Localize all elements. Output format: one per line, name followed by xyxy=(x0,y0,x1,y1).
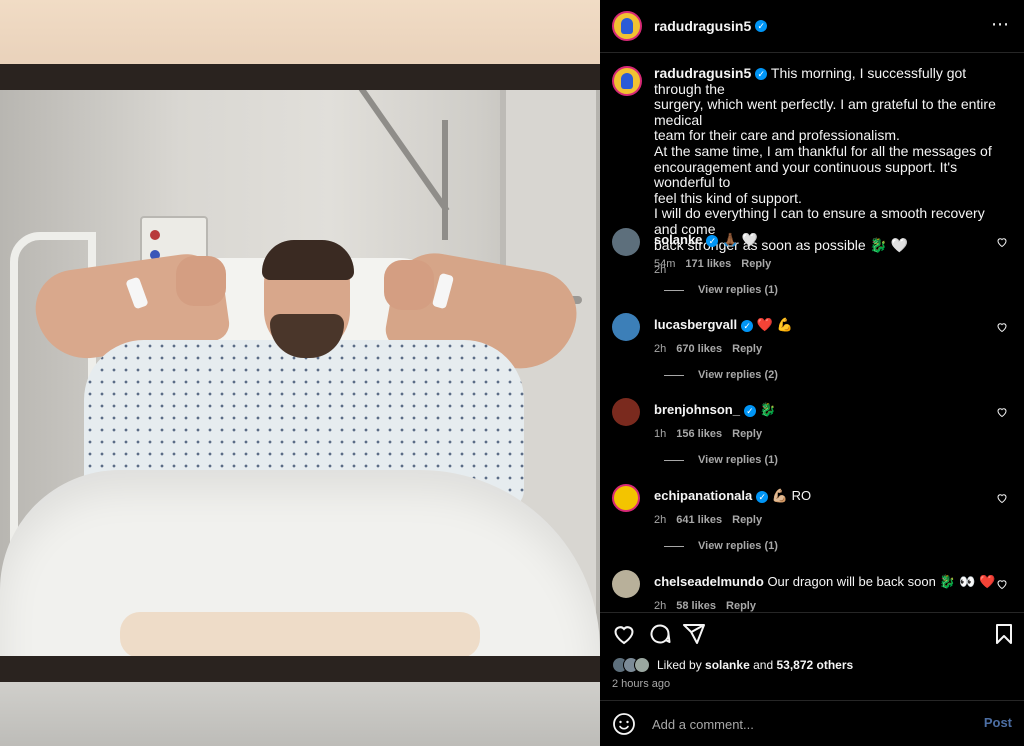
comment-item: solanke ✓ 🙏🏾 🤍 54m 171 likes Reply View rep… xyxy=(612,228,1024,296)
comment-likes[interactable]: 156 likes xyxy=(676,428,722,440)
likers-avatar-stack xyxy=(612,657,650,673)
photo-left-fist xyxy=(176,256,226,306)
comment-bubble-icon[interactable] xyxy=(648,622,672,646)
verified-badge-icon: ✓ xyxy=(755,20,768,32)
caption-line: encouragement and your continuous suppor… xyxy=(654,158,958,191)
like-comment-heart-icon[interactable] xyxy=(996,236,1008,248)
caption-line: At the same time, I am thankful for all … xyxy=(654,142,992,159)
comment-likes[interactable]: 670 likes xyxy=(676,343,722,355)
caption-line: surgery, which went perfectly. I am grat… xyxy=(654,96,996,128)
post-time-ago[interactable]: 2 hours ago xyxy=(612,678,670,690)
comment-text: Our dragon will be back soon 🐉 👀 ❤️ xyxy=(767,574,996,589)
commenter-username[interactable]: solanke xyxy=(654,232,702,247)
comment-text: 🙏🏾 🤍 xyxy=(722,232,759,247)
comment-item: chelseadelmundo Our dragon will be back … xyxy=(612,570,1024,612)
comment-time[interactable]: 54m xyxy=(654,258,675,270)
view-replies-button[interactable]: View replies (2) xyxy=(664,369,1024,381)
caption-line: team for their care and professionalism. xyxy=(654,127,900,144)
commenter-username[interactable]: echipanationala xyxy=(654,488,752,503)
post-side-panel: radudragusin5 ✓ ⋯ radudragusin5 ✓ This mo… xyxy=(600,0,1024,746)
caption-line: radudragusin5 ✓ This morning, I successfu… xyxy=(654,65,1000,97)
author-username[interactable]: radudragusin5 xyxy=(654,18,751,34)
comment-likes[interactable]: 641 likes xyxy=(676,514,722,526)
likes-prefix: Liked by xyxy=(657,658,702,672)
commenter-avatar[interactable] xyxy=(612,313,640,341)
reply-button[interactable]: Reply xyxy=(732,343,762,355)
post-photo[interactable] xyxy=(0,0,600,746)
commenter-avatar[interactable] xyxy=(612,398,640,426)
instagram-post-modal: radudragusin5 ✓ ⋯ radudragusin5 ✓ This mo… xyxy=(0,0,1024,746)
caption-line: feel this kind of support. xyxy=(654,189,802,206)
like-heart-icon[interactable] xyxy=(612,622,636,646)
comment-item: brenjohnson_ ✓ 🐉 1h 156 likes Reply View re… xyxy=(612,398,1024,466)
reply-button[interactable]: Reply xyxy=(732,514,762,526)
comment-box-divider xyxy=(600,700,1024,701)
comment-time[interactable]: 1h xyxy=(654,428,666,440)
view-replies-button[interactable]: View replies (1) xyxy=(664,284,1024,296)
commenter-avatar[interactable] xyxy=(612,484,640,512)
photo-top-sheet xyxy=(0,0,600,64)
like-comment-heart-icon[interactable] xyxy=(996,406,1008,418)
reply-button[interactable]: Reply xyxy=(732,428,762,440)
author-avatar[interactable] xyxy=(612,11,642,41)
verified-badge-icon: ✓ xyxy=(743,404,756,417)
comment-text: ❤️ 💪 xyxy=(756,317,793,332)
comment-text: 🐉 xyxy=(759,402,776,417)
like-comment-heart-icon[interactable] xyxy=(996,578,1008,590)
photo-floor xyxy=(0,682,600,746)
comment-time[interactable]: 2h xyxy=(654,600,666,612)
commenter-username[interactable]: chelseadelmundo xyxy=(654,574,764,589)
commenter-username[interactable]: brenjohnson_ xyxy=(654,402,740,417)
caption-author-avatar[interactable] xyxy=(612,66,642,96)
likes-and: and xyxy=(753,658,774,672)
save-bookmark-icon[interactable] xyxy=(992,622,1016,646)
liker-avatar xyxy=(634,657,650,673)
photo-sheet xyxy=(120,612,480,658)
commenter-avatar[interactable] xyxy=(612,570,640,598)
actions-divider xyxy=(600,612,1024,613)
commenter-username[interactable]: lucasbergvall xyxy=(654,317,737,332)
comment-text: 💪🏼 RO xyxy=(771,488,812,503)
photo-frame-bar-top xyxy=(0,64,600,90)
likes-others-count[interactable]: 53,872 others xyxy=(776,658,853,672)
comment-likes[interactable]: 171 likes xyxy=(685,258,731,270)
add-comment-input[interactable] xyxy=(650,715,964,733)
view-replies-button[interactable]: View replies (1) xyxy=(664,454,1024,466)
liked-by-user[interactable]: solanke xyxy=(705,658,750,672)
likes-summary[interactable]: Liked by solanke and 53,872 others xyxy=(612,657,853,673)
caption-username[interactable]: radudragusin5 xyxy=(654,65,751,81)
comment-time[interactable]: 2h xyxy=(654,514,666,526)
verified-badge-icon: ✓ xyxy=(706,234,719,247)
view-replies-button[interactable]: View replies (1) xyxy=(664,540,1024,552)
commenter-avatar[interactable] xyxy=(612,228,640,256)
emoji-icon[interactable] xyxy=(612,712,636,736)
photo-curtain-pole xyxy=(442,120,448,240)
post-comment-button[interactable]: Post xyxy=(984,715,1012,730)
comment-time[interactable]: 2h xyxy=(654,343,666,355)
post-actions xyxy=(612,622,1012,646)
comment-item: lucasbergvall ✓ ❤️ 💪 2h 670 likes Reply Vie… xyxy=(612,313,1024,381)
photo-right-fist xyxy=(384,260,434,310)
reply-button[interactable]: Reply xyxy=(726,600,756,612)
like-comment-heart-icon[interactable] xyxy=(996,321,1008,333)
reply-button[interactable]: Reply xyxy=(741,258,771,270)
add-comment-bar: Post xyxy=(612,712,1016,736)
comment-likes[interactable]: 58 likes xyxy=(676,600,716,612)
photo-hair xyxy=(262,240,354,280)
verified-badge-icon: ✓ xyxy=(755,68,768,81)
post-header: radudragusin5 ✓ ⋯ xyxy=(600,0,1024,53)
share-send-icon[interactable] xyxy=(682,622,706,646)
comment-item: echipanationala ✓ 💪🏼 RO 2h 641 likes Reply … xyxy=(612,484,1024,552)
verified-badge-icon: ✓ xyxy=(741,319,754,332)
more-options-icon[interactable]: ⋯ xyxy=(991,14,1010,35)
like-comment-heart-icon[interactable] xyxy=(996,492,1008,504)
verified-badge-icon: ✓ xyxy=(756,490,769,503)
photo-frame-bar-bottom xyxy=(0,656,600,682)
